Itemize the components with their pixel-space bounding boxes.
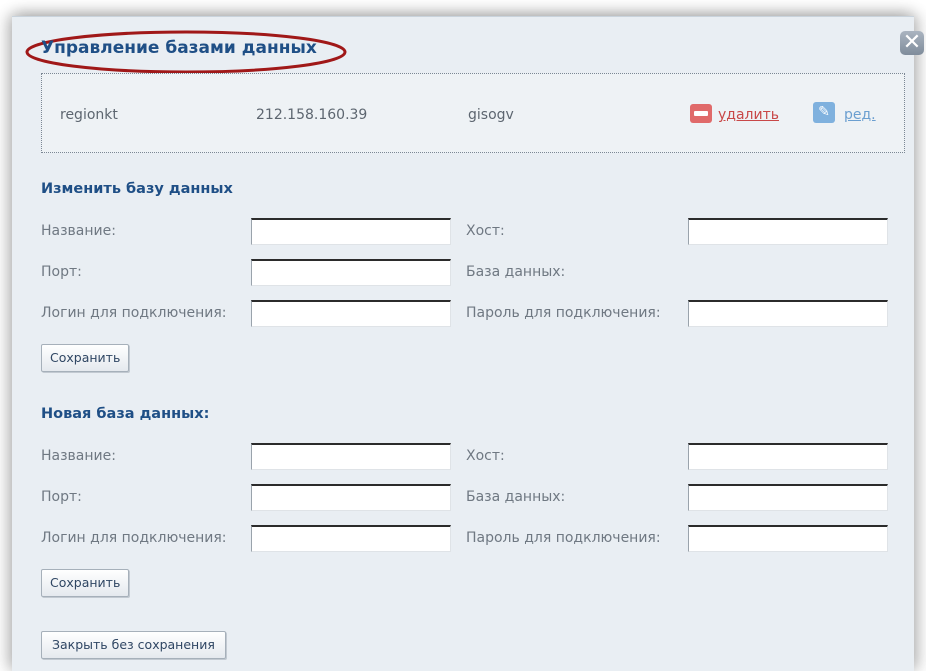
database-list-item: regionkt 212.158.160.39 gisogv удалить ✎… [41,73,905,153]
db-management-dialog: ✕ Управление базами данных regionkt 212.… [12,16,924,671]
new-password-label: Пароль для подключения: [466,530,661,546]
new-db-input[interactable] [688,484,888,511]
close-icon[interactable]: ✕ [900,31,924,55]
new-name-label: Название: [41,448,116,464]
new-save-button[interactable]: Сохранить [41,569,130,597]
new-port-label: Порт: [41,489,82,505]
edit-name-label: Название: [41,223,116,239]
delete-link[interactable]: удалить [718,107,779,123]
edit-save-button[interactable]: Сохранить [41,344,130,372]
edit-host-label: Хост: [466,223,505,239]
edit-password-input[interactable] [688,300,888,327]
edit-login-label: Логин для подключения: [41,305,227,321]
new-host-input[interactable] [688,443,888,470]
dialog-title: Управление базами данных [41,38,317,58]
edit-link[interactable]: ред. [844,107,876,123]
delete-icon[interactable] [690,104,712,123]
edit-login-input[interactable] [251,300,451,327]
new-login-label: Логин для подключения: [41,530,227,546]
db-host: 212.158.160.39 [256,107,368,123]
edit-host-input[interactable] [688,218,888,245]
new-port-input[interactable] [251,484,451,511]
new-login-input[interactable] [251,525,451,552]
db-name: regionkt [60,107,118,123]
edit-name-input[interactable] [251,218,451,245]
db-database: gisogv [468,107,514,123]
new-password-input[interactable] [688,525,888,552]
edit-db-label: База данных: [466,264,566,280]
edit-port-label: Порт: [41,264,82,280]
new-section-title: Новая база данных: [41,406,210,422]
close-without-saving-button[interactable]: Закрыть без сохранения [41,631,226,659]
edit-password-label: Пароль для подключения: [466,305,661,321]
new-host-label: Хост: [466,448,505,464]
new-name-input[interactable] [251,443,451,470]
edit-pen-icon[interactable]: ✎ [813,102,835,123]
edit-port-input[interactable] [251,259,451,286]
edit-section-title: Изменить базу данных [41,181,233,197]
new-db-label: База данных: [466,489,566,505]
